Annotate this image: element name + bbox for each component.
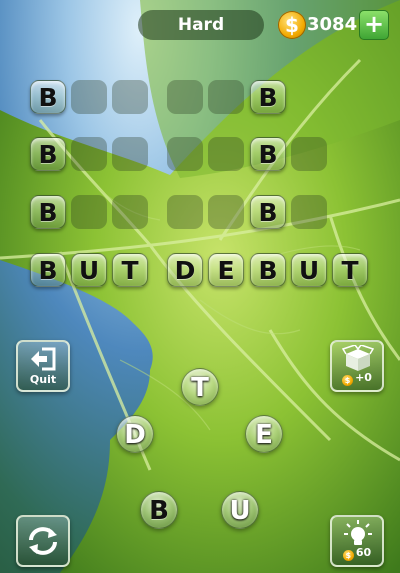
mini-coin-icon: $ <box>342 375 354 386</box>
grid-tile-empty <box>208 137 244 171</box>
shuffle-arrows-icon <box>29 527 57 555</box>
hint-cost: 60 <box>355 546 372 559</box>
grid-tile-empty <box>71 137 107 171</box>
add-coins-button[interactable]: + <box>359 10 389 40</box>
letter-wheel-tile[interactable]: D <box>116 415 154 453</box>
lightbulb-icon <box>344 520 372 545</box>
coin-count: 3084 <box>307 14 358 35</box>
grid-tile: B <box>30 195 66 229</box>
letter-wheel-tile[interactable]: T <box>181 368 219 406</box>
grid-tile-empty <box>208 195 244 229</box>
grid-tile: B <box>30 253 66 287</box>
letter-wheel-tile[interactable]: B <box>140 491 178 529</box>
grid-tile-empty <box>112 137 148 171</box>
grid-tile-empty <box>291 195 327 229</box>
grid-tile: T <box>332 253 368 287</box>
mini-coin-icon: $ <box>342 550 354 561</box>
quit-button[interactable]: Quit <box>16 340 70 392</box>
grid-tile-empty <box>112 80 148 114</box>
grid-tile: T <box>112 253 148 287</box>
grid-tile-empty <box>167 195 203 229</box>
difficulty-label: Hard <box>177 15 225 35</box>
grid-tile-empty <box>167 137 203 171</box>
hint-button[interactable]: $60 <box>330 515 384 567</box>
grid-tile-empty <box>112 195 148 229</box>
grid-tile: D <box>167 253 203 287</box>
exit-arrow-icon <box>31 347 56 371</box>
shuffle-button[interactable] <box>16 515 70 567</box>
quit-label: Quit <box>29 373 57 386</box>
grid-tile: B <box>250 80 286 114</box>
grid-tile: E <box>208 253 244 287</box>
bonus-box-button[interactable]: $ +0 <box>330 340 384 392</box>
grid-tile-empty <box>208 80 244 114</box>
grid-tile-empty <box>71 195 107 229</box>
bonus-box-reward: +0 <box>355 371 372 384</box>
grid-tile: B <box>250 137 286 171</box>
grid-tile: B <box>30 137 66 171</box>
letter-wheel-tile[interactable]: U <box>221 491 259 529</box>
grid-tile: B <box>250 195 286 229</box>
grid-tile: B <box>250 253 286 287</box>
grid-tile: B <box>30 80 66 114</box>
difficulty-pill: Hard <box>138 10 264 40</box>
grid-tile: U <box>71 253 107 287</box>
grid-tile-empty <box>71 80 107 114</box>
coin-icon: $ <box>278 11 306 39</box>
grid-tile-empty <box>291 137 327 171</box>
box-icon <box>342 345 374 371</box>
grid-tile-empty <box>167 80 203 114</box>
grid-tile: U <box>291 253 327 287</box>
letter-wheel-tile[interactable]: E <box>245 415 283 453</box>
